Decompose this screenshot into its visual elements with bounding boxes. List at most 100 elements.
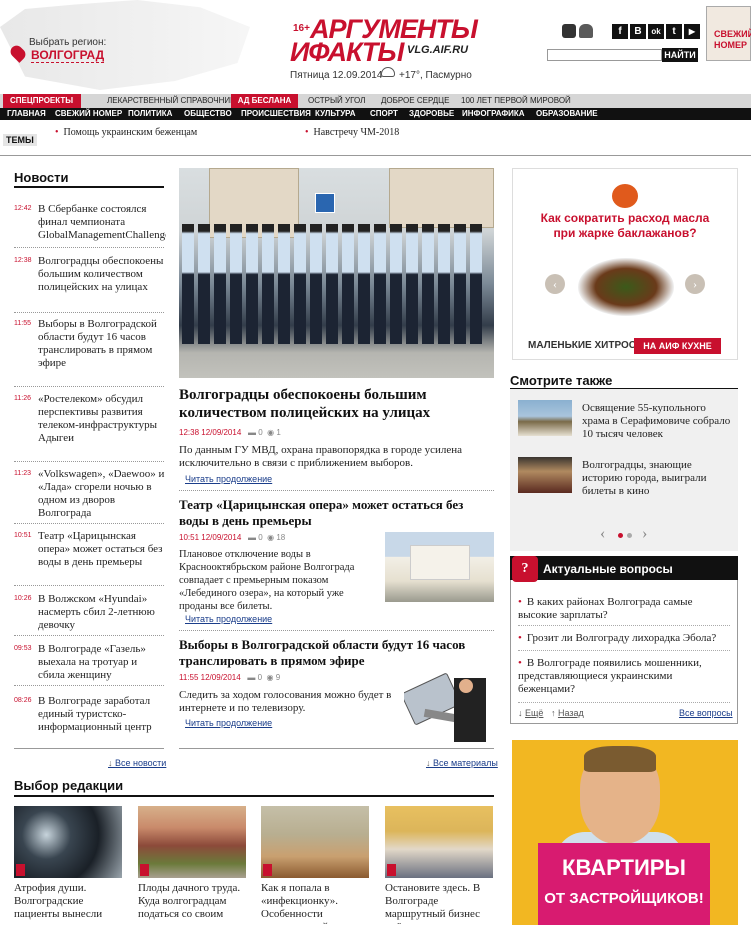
news-time: 11:55 — [14, 320, 31, 327]
nav-beslan[interactable]: АД БЕСЛАНА — [231, 94, 298, 108]
questions-back-link[interactable]: Назад — [558, 708, 584, 718]
news-text[interactable]: «Ростелеком» обсудил перспективы развити… — [38, 393, 166, 458]
kitchen-ad-footer: МАЛЕНЬКИЕ ХИТРОСТИ — [528, 340, 650, 351]
nav-health[interactable]: ЗДОРОВЬЕ — [409, 108, 454, 120]
news-item[interactable]: 11:55 Выборы в Волгоградской области буд… — [14, 318, 164, 387]
theme-wc-2018[interactable]: Навстречу ЧМ-2018 — [305, 127, 400, 138]
view-count: 18 — [276, 533, 286, 542]
police-officer — [294, 224, 306, 344]
laptop-hand-photo[interactable] — [401, 672, 494, 744]
nav-main[interactable]: ГЛАВНАЯ — [7, 108, 46, 120]
news-text[interactable]: Волгоградцы обеспокоены большим количест… — [38, 255, 166, 307]
editors-choice-item[interactable]: Атрофия души. Волгоградские пациенты вын… — [14, 882, 124, 925]
news-text[interactable]: В Волгограде заработал единый туристско-… — [38, 695, 166, 735]
news-item[interactable]: 10:51 Театр «Царицынская опера» может ос… — [14, 530, 164, 586]
cinema-photo[interactable] — [518, 457, 572, 493]
news-item[interactable]: 10:26 В Волжском «Hyundai» насмерть сбил… — [14, 593, 164, 636]
region-selector[interactable]: ВОЛГОГРАД — [31, 48, 105, 63]
twitter-icon[interactable]: t — [666, 24, 682, 39]
nav-sharp-angle[interactable]: ОСТРЫЙ УГОЛ — [308, 94, 365, 108]
nav-sport[interactable]: СПОРТ — [370, 108, 398, 120]
all-news-link[interactable]: Все новости — [108, 758, 166, 768]
news-item[interactable]: 12:38 Волгоградцы обеспокоены большим ко… — [14, 255, 164, 313]
main-article-title[interactable]: Волгоградцы обеспокоены большим количест… — [179, 386, 494, 422]
all-questions-link[interactable]: Все вопросы — [679, 708, 733, 718]
questions-title: Актуальные вопросы — [543, 562, 673, 576]
editors-choice-item[interactable]: Как я попала в «инфекционку». Особенност… — [261, 882, 371, 925]
read-more-link[interactable]: Читать продолжение — [185, 718, 272, 728]
editors-choice-item[interactable]: Остановите здесь. В Волгограде маршрутны… — [385, 882, 495, 925]
fresh-issue-label[interactable]: СВЕЖИЙ НОМЕР — [714, 29, 751, 51]
arrow-right-icon[interactable]: › — [685, 274, 705, 294]
vk-icon[interactable]: В — [630, 24, 646, 39]
news-text[interactable]: «Volkswagen», «Daewoo» и «Лада» сгорели … — [38, 468, 166, 520]
apartments-ad-line1[interactable]: КВАРТИРЫ — [538, 855, 710, 881]
church-photo[interactable] — [518, 400, 572, 436]
market-photo[interactable] — [138, 806, 246, 878]
news-text[interactable]: В Сбербанке состоялся финал чемпионата G… — [38, 203, 166, 242]
see-also-item[interactable]: Освящение 55-купольного храма в Серафимо… — [582, 402, 732, 441]
facebook-icon[interactable]: f — [612, 24, 628, 39]
region-label: Выбрать регион: — [29, 37, 107, 48]
editors-choice-item[interactable]: Плоды дачного труда. Куда волгоградцам п… — [138, 882, 248, 925]
themes-bar: Помощь украинским беженцам Навстречу ЧМ-… — [0, 120, 751, 156]
carousel-prev-icon[interactable]: ‹ — [600, 525, 605, 543]
nav-drug-guide[interactable]: ЛЕКАРСТВЕННЫЙ СПРАВОЧНИК — [107, 94, 235, 108]
kitchen-ad-title[interactable]: Как сократить расход масла при жарке бак… — [530, 211, 720, 241]
search-input[interactable] — [547, 49, 662, 61]
nav-ww1-100[interactable]: 100 ЛЕТ ПЕРВОЙ МИРОВОЙ — [461, 94, 571, 108]
carousel-dot-active[interactable] — [618, 533, 623, 538]
question-item[interactable]: Грозит ли Волгограду лихорадка Эбола? — [518, 632, 730, 645]
question-item[interactable]: В Волгограде появились мошенники, предст… — [518, 657, 730, 696]
news-text[interactable]: В Волжском «Hyundai» насмерть сбил 2-лет… — [38, 593, 166, 632]
nav-incidents[interactable]: ПРОИСШЕСТВИЯ — [241, 108, 311, 120]
nav-fresh-issue[interactable]: СВЕЖИЙ НОМЕР — [55, 108, 122, 120]
see-also-item[interactable]: Волгоградцы, знающие историю города, выи… — [582, 459, 732, 498]
android-icon[interactable] — [579, 24, 593, 38]
news-text[interactable]: Выборы в Волгоградской области будут 16 … — [38, 318, 166, 383]
theme-ukraine-refugees[interactable]: Помощь украинским беженцам — [55, 127, 198, 138]
chef-hat-icon — [612, 184, 638, 208]
apple-icon[interactable] — [562, 24, 576, 38]
news-text[interactable]: Театр «Царицынская опера» может остаться… — [38, 530, 166, 582]
search-button[interactable]: НАЙТИ — [662, 48, 698, 62]
logo-line-2[interactable]: ИФАКТЫ — [290, 37, 404, 68]
apartments-ad-line2[interactable]: ОТ ЗАСТРОЙЩИКОВ! — [538, 890, 710, 907]
nav-kind-heart[interactable]: ДОБРОЕ СЕРДЦЕ — [381, 94, 449, 108]
nav-society[interactable]: ОБЩЕСТВО — [184, 108, 232, 120]
nav-education[interactable]: ОБРАЗОВАНИЕ — [536, 108, 598, 120]
editors-choice-title: Выбор редакции — [14, 778, 124, 793]
news-time: 09:53 — [14, 645, 32, 652]
all-materials-link[interactable]: Все материалы — [426, 758, 498, 768]
special-projects-label[interactable]: СПЕЦПРОЕКТЫ — [3, 94, 81, 108]
odnoklassniki-icon[interactable]: ok — [648, 24, 664, 39]
news-item[interactable]: 08:26 В Волгограде заработал единый тури… — [14, 695, 164, 739]
arrow-left-icon[interactable]: ‹ — [545, 274, 565, 294]
nav-politics[interactable]: ПОЛИТИКА — [128, 108, 172, 120]
youtube-icon[interactable]: ▶ — [684, 24, 700, 39]
eye-icon: ◉ — [267, 428, 275, 437]
carousel-dot[interactable] — [627, 533, 632, 538]
editors-choice-underline — [14, 795, 494, 797]
nav-culture[interactable]: КУЛЬТУРА — [315, 108, 356, 120]
read-more-link[interactable]: Читать продолжение — [185, 614, 272, 624]
kitchen-ad-badge[interactable]: НА АИФ КУХНЕ — [634, 338, 721, 354]
news-item[interactable]: 11:23 «Volkswagen», «Daewoo» и «Лада» сг… — [14, 468, 164, 524]
nav-infographics[interactable]: ИНФОГРАФИКА — [462, 108, 525, 120]
news-time: 11:26 — [14, 395, 31, 402]
news-item[interactable]: 12:42 В Сбербанке состоялся финал чемпио… — [14, 203, 166, 248]
xray-photo[interactable] — [14, 806, 122, 878]
questions-more-link[interactable]: Ещё — [525, 708, 543, 718]
carousel-next-icon[interactable]: › — [642, 525, 647, 543]
read-more-link[interactable]: Читать продолжение — [185, 474, 272, 484]
question-item[interactable]: В каких районах Волгограда самые высокие… — [518, 596, 730, 622]
article-title[interactable]: Театр «Царицынская опера» может остаться… — [179, 497, 494, 529]
news-item[interactable]: 11:26 «Ростелеком» обсудил перспективы р… — [14, 393, 164, 462]
hospital-room-photo[interactable] — [261, 806, 369, 878]
divider — [179, 630, 494, 631]
article-time: 11:55 12/09/2014 — [179, 673, 241, 682]
news-text[interactable]: В Волгограде «Газель» выехала на тротуар… — [38, 643, 166, 682]
article-title[interactable]: Выборы в Волгоградской области будут 16 … — [179, 637, 494, 669]
minibus-photo[interactable] — [385, 806, 493, 878]
news-item[interactable]: 09:53 В Волгограде «Газель» выехала на т… — [14, 643, 164, 686]
